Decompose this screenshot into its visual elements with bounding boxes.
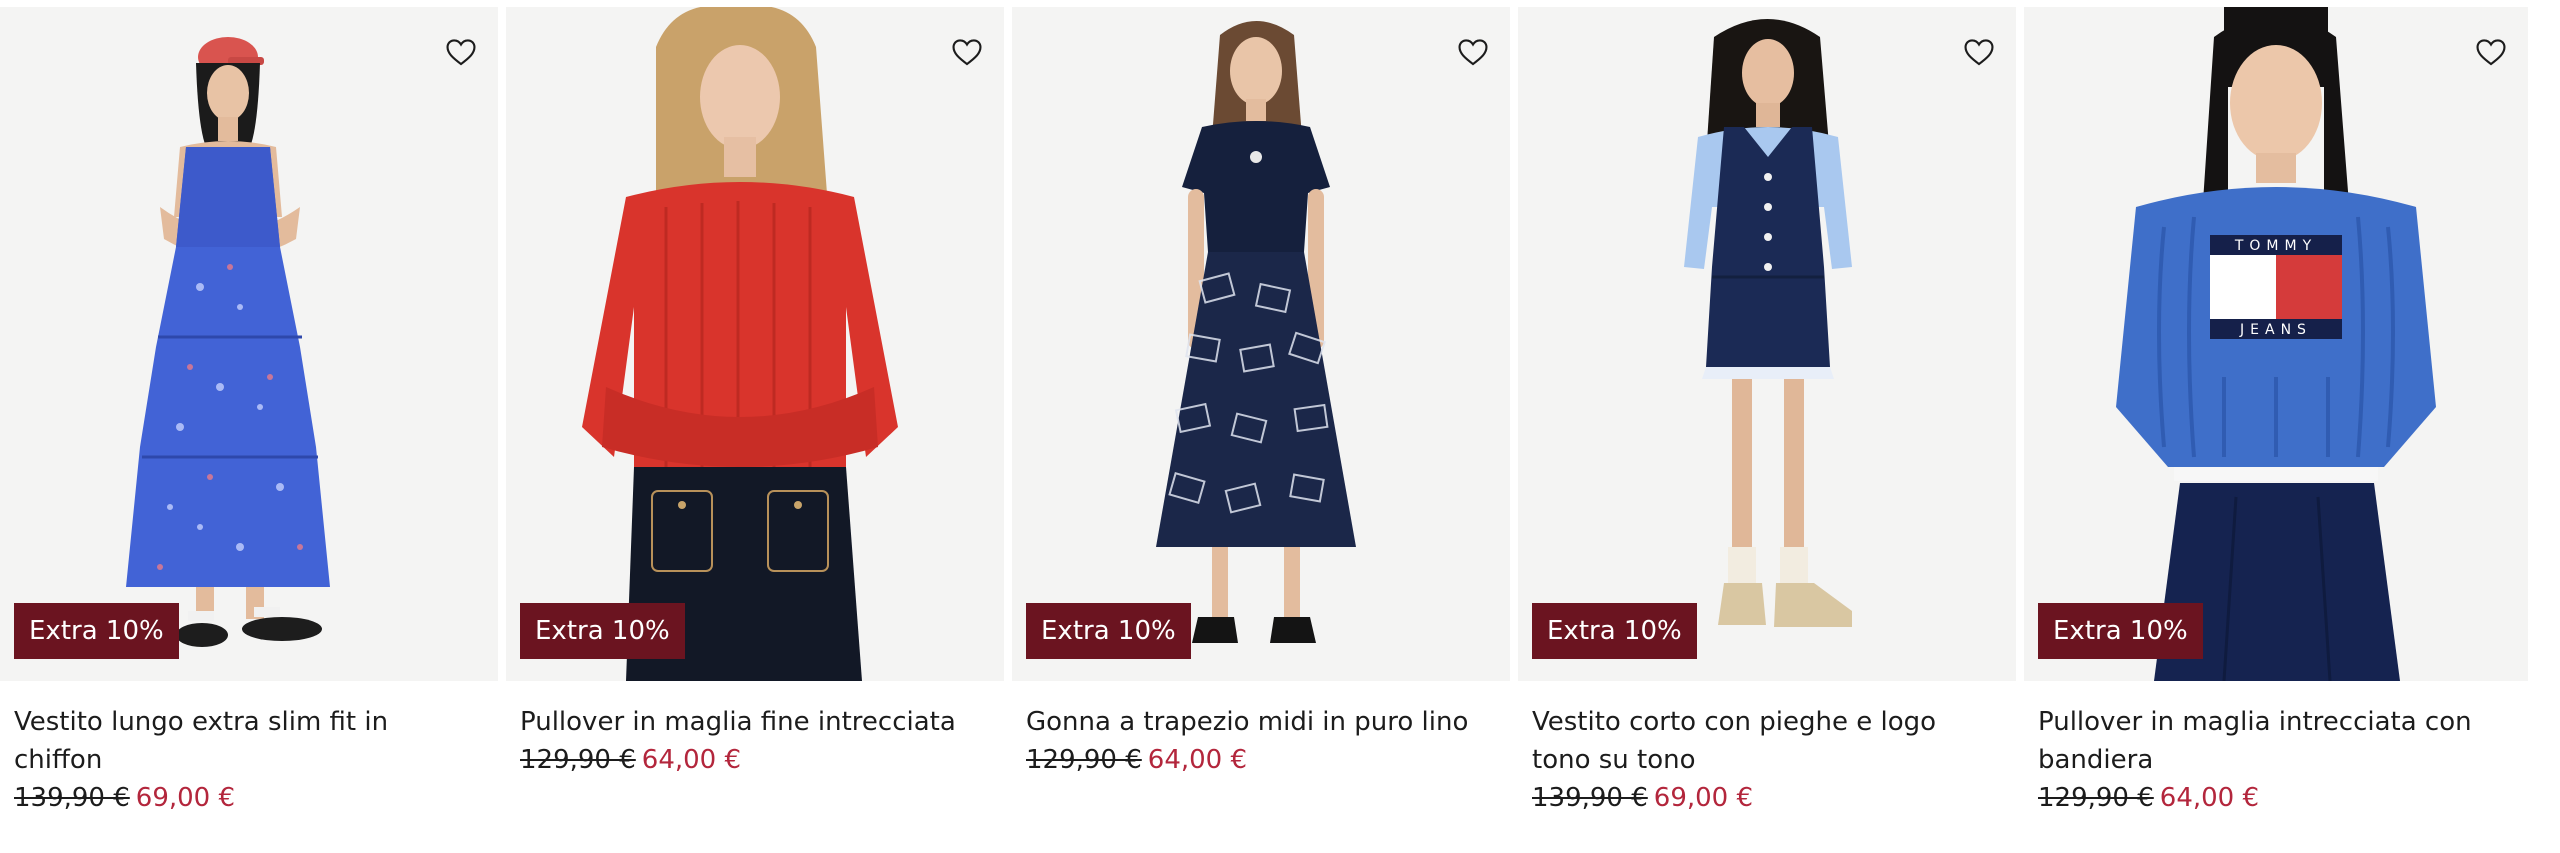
promo-badge: Extra 10% (1532, 603, 1697, 659)
wishlist-button[interactable] (444, 35, 478, 69)
product-card[interactable]: Extra 10% Vestito corto con pieghe e log… (1518, 0, 2016, 853)
original-price: 129,90 € (1026, 745, 1142, 775)
product-price: 139,90 €69,00 € (14, 779, 484, 817)
product-title[interactable]: Pullover in maglia fine intrecciata (520, 703, 990, 741)
heart-icon (1458, 39, 1488, 66)
product-title[interactable]: Vestito corto con pieghe e logo tono su … (1532, 703, 2002, 779)
wishlist-button[interactable] (2474, 35, 2508, 69)
original-price: 129,90 € (2038, 783, 2154, 813)
product-grid: Extra 10% Vestito lungo extra slim fit i… (0, 0, 2560, 853)
sale-price: 69,00 € (1653, 783, 1754, 813)
product-price: 129,90 €64,00 € (1026, 741, 1496, 779)
product-card[interactable]: Extra 10% Pullover in maglia fine intrec… (506, 0, 1004, 853)
product-info: Gonna a trapezio midi in puro lino 129,9… (1012, 681, 1510, 779)
product-image[interactable]: TOMMY JEANS Extra 10% (2024, 7, 2528, 681)
sale-price: 64,00 € (1147, 745, 1248, 775)
wishlist-button[interactable] (1962, 35, 1996, 69)
product-card[interactable]: TOMMY JEANS Extra 10% Pullover in maglia… (2024, 0, 2528, 853)
product-info: Vestito lungo extra slim fit in chiffon … (0, 681, 498, 817)
flag-cable-knit-sweater-photo: TOMMY JEANS (2024, 7, 2528, 681)
product-info: Pullover in maglia intrecciata con bandi… (2024, 681, 2528, 817)
floral-maxi-dress-photo (0, 7, 498, 681)
wishlist-button[interactable] (950, 35, 984, 69)
wishlist-button[interactable] (1456, 35, 1490, 69)
sale-price: 69,00 € (135, 783, 236, 813)
original-price: 139,90 € (14, 783, 130, 813)
product-title[interactable]: Pullover in maglia intrecciata con bandi… (2038, 703, 2514, 779)
product-info: Pullover in maglia fine intrecciata 129,… (506, 681, 1004, 779)
printed-midi-skirt-photo (1012, 7, 1510, 681)
promo-badge: Extra 10% (2038, 603, 2203, 659)
heart-icon (1964, 39, 1994, 66)
heart-icon (446, 39, 476, 66)
navy-pinafore-dress-photo (1518, 7, 2016, 681)
product-info: Vestito corto con pieghe e logo tono su … (1518, 681, 2016, 817)
product-image[interactable]: Extra 10% (506, 7, 1004, 681)
flag-logo-bottom: JEANS (2239, 322, 2312, 338)
product-card[interactable]: Extra 10% Vestito lungo extra slim fit i… (0, 0, 498, 853)
promo-badge: Extra 10% (1026, 603, 1191, 659)
flag-logo-top: TOMMY (2234, 238, 2317, 254)
product-title[interactable]: Vestito lungo extra slim fit in chiffon (14, 703, 484, 779)
heart-icon (2476, 39, 2506, 66)
product-price: 129,90 €64,00 € (520, 741, 990, 779)
product-image[interactable]: Extra 10% (1518, 7, 2016, 681)
original-price: 129,90 € (520, 745, 636, 775)
promo-badge: Extra 10% (520, 603, 685, 659)
product-title[interactable]: Gonna a trapezio midi in puro lino (1026, 703, 1496, 741)
original-price: 139,90 € (1532, 783, 1648, 813)
product-price: 129,90 €64,00 € (2038, 779, 2514, 817)
sale-price: 64,00 € (2159, 783, 2260, 813)
sale-price: 64,00 € (641, 745, 742, 775)
red-cable-knit-sweater-photo (506, 7, 1004, 681)
promo-badge: Extra 10% (14, 603, 179, 659)
heart-icon (952, 39, 982, 66)
product-card[interactable]: Extra 10% Gonna a trapezio midi in puro … (1012, 0, 1510, 853)
product-price: 139,90 €69,00 € (1532, 779, 2002, 817)
product-image[interactable]: Extra 10% (0, 7, 498, 681)
product-image[interactable]: Extra 10% (1012, 7, 1510, 681)
